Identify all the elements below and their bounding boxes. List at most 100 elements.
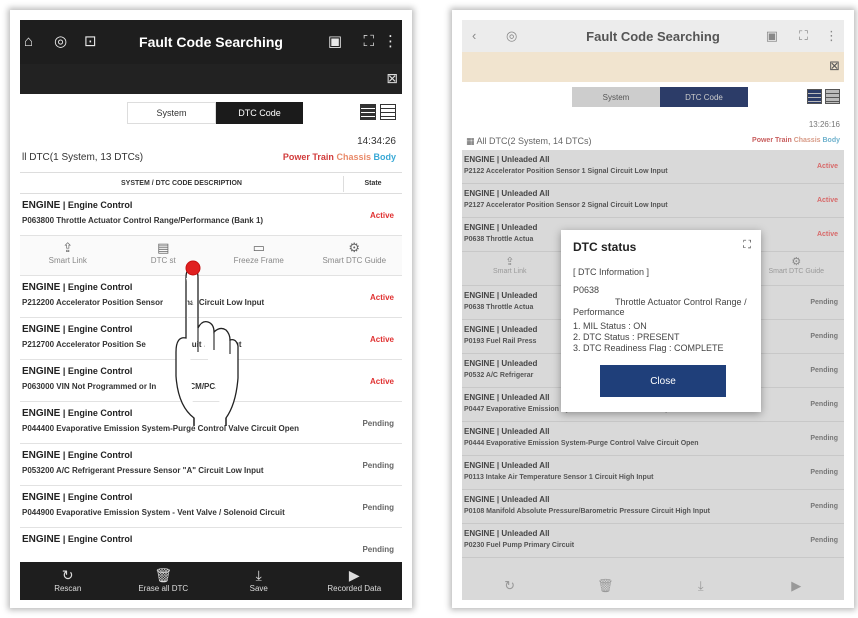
table-row[interactable]: ENGINE | Engine Control P053200 A/C Refr… [20, 444, 402, 486]
tab-system[interactable]: System [127, 102, 216, 124]
camera-icon[interactable]: ▣ [766, 28, 778, 44]
expand-icon[interactable]: ⛶ [363, 33, 374, 51]
recorded-data-icon: ▶ [348, 567, 360, 583]
category-chassis[interactable]: Chassis [336, 152, 371, 162]
system-icon: ▦ [466, 136, 477, 146]
grid-view-icon[interactable] [380, 104, 396, 120]
status-badge: Active [369, 293, 394, 302]
erase-all-dtc-button[interactable]: 🗑 Erase all DTC [116, 562, 212, 600]
system-label: ENGINE | Engine Control [22, 200, 133, 211]
sub-header-bar: ⊠ [462, 52, 844, 82]
column-description: SYSTEM / DTC CODE DESCRIPTION [20, 176, 344, 192]
table-row[interactable]: ENGINE | Unleaded All P2122 Accelerator … [462, 150, 844, 184]
right-app-screen: ‹ ◎ Fault Code Searching ▣ ⛶ ⋮ ⊠ System … [462, 20, 844, 600]
smart-link-button[interactable]: ⇪ Smart Link [462, 252, 558, 285]
dtc-description: P044400 Evaporative Emission System-Purg… [22, 424, 299, 433]
list-view-icon[interactable] [807, 89, 822, 104]
status-badge: Active [369, 211, 394, 220]
system-label: ENGINE | Unleaded All [464, 427, 550, 436]
trash-icon[interactable]: 🗑 [558, 574, 654, 600]
category-chassis[interactable]: Chassis [794, 137, 821, 144]
share-icon: ⇪ [62, 240, 74, 255]
gear-icon: ⚙ [348, 240, 361, 255]
vehicle-info-icon[interactable]: ⊠ [386, 70, 398, 87]
camera-icon[interactable]: ▣ [328, 33, 342, 51]
smart-dtc-guide-button[interactable]: ⚙ Smart DTC Guide [749, 252, 845, 285]
system-label: ENGINE | Engine Control [22, 408, 133, 419]
rescan-button[interactable]: ↻ Rescan [20, 562, 116, 600]
download-icon[interactable]: ⤓ [653, 574, 749, 600]
tab-dtc-code[interactable]: DTC Code [660, 87, 748, 107]
table-row[interactable]: ENGINE | Unleaded All P2127 Accelerator … [462, 184, 844, 218]
system-label: ENGINE | Unleaded All [464, 393, 550, 402]
status-badge: Pending [810, 503, 838, 510]
tab-dtc-code[interactable]: DTC Code [216, 102, 303, 124]
readiness-flag: 3. DTC Readiness Flag : COMPLETE [573, 343, 724, 353]
grid-view-icon[interactable] [825, 89, 840, 104]
more-icon[interactable]: ⋮ [383, 33, 398, 51]
dtc-description: P0532 A/C Refrigerar [464, 372, 534, 379]
dialog-title: DTC status [573, 240, 637, 254]
status-badge: Pending [810, 367, 838, 374]
refresh-icon[interactable]: ↻ [462, 574, 558, 600]
header-bar: ‹ ◎ Fault Code Searching ▣ ⛶ ⋮ [462, 20, 844, 52]
table-row[interactable]: ENGINE | Engine Control P044900 Evaporat… [20, 486, 402, 528]
status-badge: Pending [810, 435, 838, 442]
expand-icon[interactable]: ⛶ [799, 28, 808, 44]
save-button[interactable]: ⤓ Save [211, 562, 307, 600]
category-body[interactable]: Body [823, 137, 841, 144]
smart-link-button[interactable]: ⇪ Smart Link [20, 236, 116, 275]
page-title: Fault Code Searching [139, 34, 283, 50]
table-row[interactable]: ENGINE | Engine Control P063800 Throttle… [20, 194, 402, 236]
recorded-data-icon[interactable]: ▶ [749, 574, 845, 600]
category-filter: Power Train Chassis Body [283, 152, 396, 162]
dtc-description: P0638 Throttle Actua [464, 236, 534, 243]
status-badge: Pending [362, 503, 394, 512]
system-label: ENGINE | Unleaded [464, 291, 538, 300]
dtc-info-heading: [ DTC Information ] [573, 267, 650, 277]
dtc-description: P2122 Accelerator Position Sensor 1 Sign… [464, 168, 668, 175]
list-view-icon[interactable] [360, 104, 376, 120]
freeze-frame-icon: ▭ [252, 240, 265, 255]
sub-header-bar: ⊠ [20, 64, 402, 94]
table-row[interactable]: ENGINE | Unleaded All P0230 Fuel Pump Pr… [462, 524, 844, 558]
category-body[interactable]: Body [374, 152, 397, 162]
table-row[interactable]: ENGINE | Unleaded All P0444 Evaporative … [462, 422, 844, 456]
dtc-status-dialog: DTC status ⛶ [ DTC Information ] P0638 T… [561, 230, 761, 412]
category-power-train[interactable]: Power Train [283, 152, 334, 162]
view-mode-buttons [807, 89, 840, 104]
dtc-info-description: Throttle Actuator Control Range / Perfor… [573, 297, 747, 317]
view-mode-buttons [360, 104, 396, 120]
category-power-train[interactable]: Power Train [752, 137, 792, 144]
timestamp: 14:34:26 [357, 136, 396, 147]
right-screenshot-frame: ‹ ◎ Fault Code Searching ▣ ⛶ ⋮ ⊠ System … [452, 10, 854, 608]
expand-icon[interactable]: ⛶ [743, 239, 751, 252]
status-icon: ▤ [157, 240, 170, 255]
system-label: ENGINE | Engine Control [22, 450, 133, 461]
dtc-description: P053200 A/C Refrigerant Pressure Sensor … [22, 466, 264, 475]
recorded-data-button[interactable]: ▶ Recorded Data [307, 562, 403, 600]
status-badge: Active [816, 197, 838, 204]
status-badge: Pending [810, 299, 838, 306]
header-bar: ⌂ ◎ ⊡ Fault Code Searching ▣ ⛶ ⋮ [20, 20, 402, 64]
dtc-description: P0230 Fuel Pump Primary Circuit [464, 542, 575, 549]
smart-dtc-guide-button[interactable]: ⚙ Smart DTC Guide [307, 236, 403, 275]
mil-status: 1. MIL Status : ON [573, 321, 647, 331]
dtc-description: P0113 Intake Air Temperature Sensor 1 Ci… [464, 474, 654, 481]
status-badge: Active [369, 335, 394, 344]
left-app-screen: ⌂ ◎ ⊡ Fault Code Searching ▣ ⛶ ⋮ ⊠ Syste… [20, 20, 402, 600]
column-state: State [364, 180, 382, 187]
table-row[interactable]: ENGINE | Unleaded All P0113 Intake Air T… [462, 456, 844, 490]
vehicle-info-icon[interactable]: ⊠ [829, 58, 840, 74]
left-screenshot-frame: ⌂ ◎ ⊡ Fault Code Searching ▣ ⛶ ⋮ ⊠ Syste… [10, 10, 412, 608]
table-row[interactable]: ENGINE | Unleaded All P0108 Manifold Abs… [462, 490, 844, 524]
system-label: ENGINE | Engine Control [22, 492, 133, 503]
more-icon[interactable]: ⋮ [825, 28, 838, 44]
status-badge: Pending [362, 461, 394, 470]
dtc-summary: ll DTC(1 System, 13 DTCs) [22, 152, 144, 163]
close-button[interactable]: Close [600, 365, 726, 397]
refresh-icon: ↻ [61, 567, 74, 583]
tab-system[interactable]: System [572, 87, 660, 107]
status-badge: Active [816, 163, 838, 170]
dtc-description: P0193 Fuel Rail Press [464, 338, 537, 345]
